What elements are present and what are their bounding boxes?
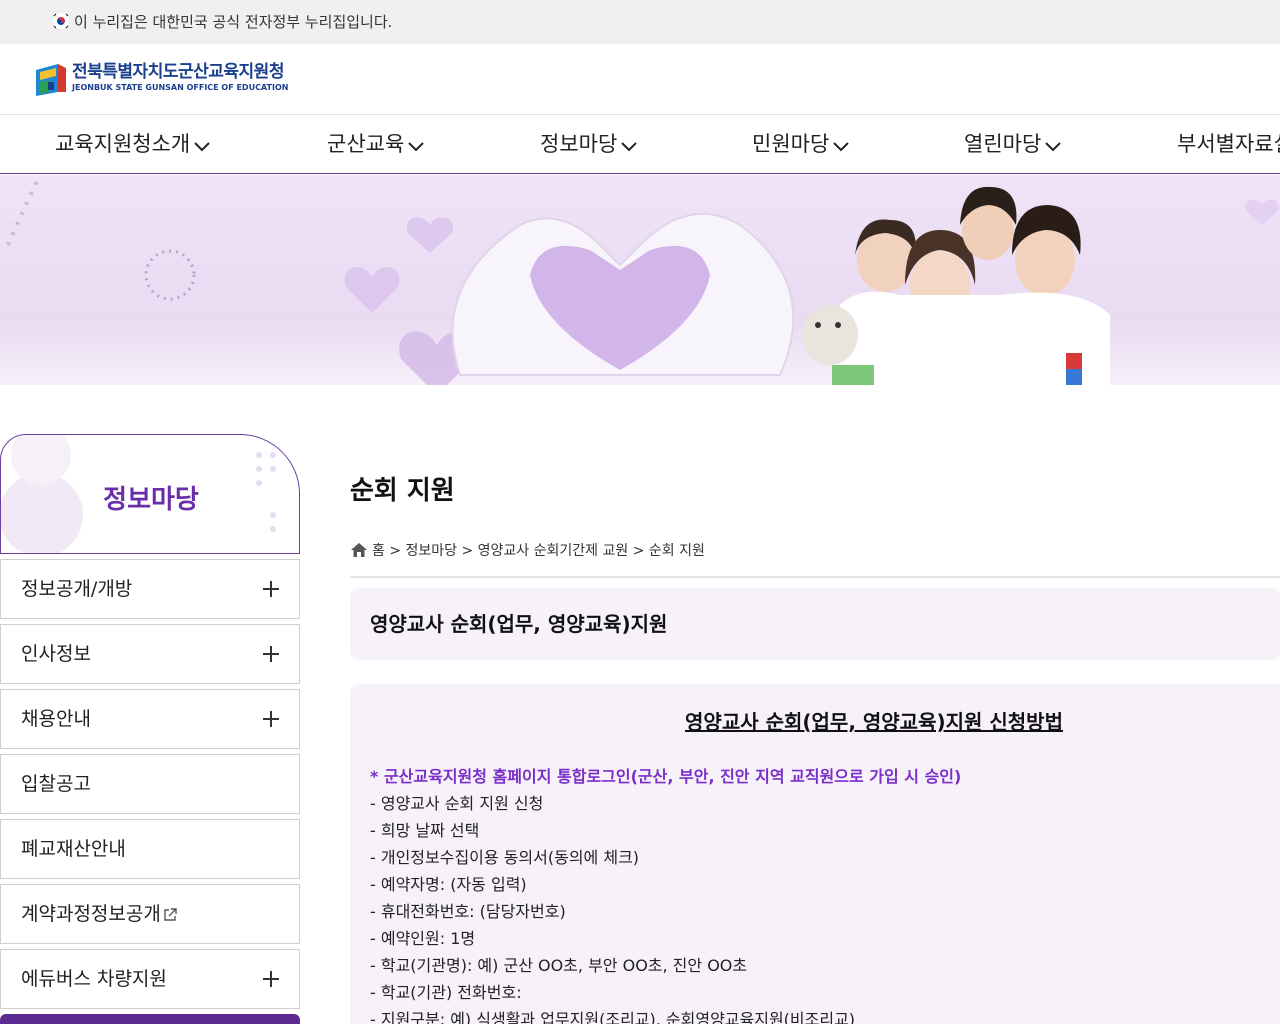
sidebar-item-label: 폐교재산안내 (21, 838, 126, 860)
sidebar-title: 정보마당 (103, 485, 199, 515)
content-line: - 예약자명: (자동 입력) (370, 875, 527, 894)
sidebar-item-bidding[interactable]: 입찰공고 (0, 754, 300, 814)
sidebar-item-label: 에듀버스 차량지원 (21, 968, 167, 990)
content-line: - 지원구분: 예) 식생활과 업무지원(조리교), 순회영양교육지원(비조리교… (370, 1010, 856, 1024)
nav-item-gunsan-education[interactable]: 군산교육 (327, 129, 425, 159)
chevron-down-icon (621, 142, 637, 152)
plus-icon[interactable] (263, 646, 279, 662)
breadcrumb-text: 홈 > 정보마당 > 영양교사 순회기간제 교원 > 순회 지원 (372, 543, 705, 559)
section-title: 영양교사 순회(업무, 영양교육)지원 (370, 612, 668, 636)
main-nav: 교육지원청소개 군산교육 정보마당 민원마당 열린마당 부서별자료실 (0, 114, 1280, 174)
site-logo[interactable]: 전북특별자치도군산교육지원청 JEONBUK STATE GUNSAN OFFI… (36, 60, 296, 100)
nav-item-civil[interactable]: 민원마당 (752, 129, 850, 159)
korea-flag-icon (52, 12, 70, 30)
banner-illustration (6, 175, 1279, 385)
content-line: - 예약인원: 1명 (370, 929, 476, 948)
nav-item-label: 교육지원청소개 (55, 132, 191, 156)
gov-banner: 이 누리집은 대한민국 공식 전자정부 누리집입니다. (0, 0, 1280, 44)
page-title: 순회 지원 (350, 476, 455, 506)
login-notice: * 군산교육지원청 홈페이지 통합로그인(군산, 부안, 진안 지역 교직원으로… (370, 767, 962, 786)
sidebar-item-label: 입찰공고 (21, 773, 91, 795)
logo-title-ko: 전북특별자치도군산교육지원청 (72, 62, 284, 82)
sidebar-item-info-disclosure[interactable]: 정보공개/개방 (0, 559, 300, 619)
home-icon[interactable] (350, 542, 368, 558)
content-line: - 학교(기관명): 예) 군산 OO초, 부안 OO초, 진안 OO초 (370, 956, 748, 975)
nav-item-label: 군산교육 (327, 132, 405, 156)
content-heading: 영양교사 순회(업무, 영양교육)지원 신청방법 (685, 710, 1063, 734)
content-line: - 개인정보수집이용 동의서(동의에 체크) (370, 848, 640, 867)
hero-banner (0, 175, 1280, 385)
nav-item-label: 민원마당 (752, 132, 830, 156)
content-line: - 휴대전화번호: (담당자번호) (370, 902, 566, 921)
nav-item-info[interactable]: 정보마당 (540, 129, 638, 159)
nav-item-intro[interactable]: 교육지원청소개 (55, 129, 211, 159)
plus-icon[interactable] (263, 711, 279, 727)
content-line: - 희망 날짜 선택 (370, 821, 480, 840)
sidebar-item-label: 채용안내 (21, 708, 91, 730)
content-line: - 학교(기관) 전화번호: (370, 983, 522, 1002)
logo-title-en: JEONBUK STATE GUNSAN OFFICE OF EDUCATION (72, 83, 289, 92)
family-photo (802, 186, 1110, 385)
sidebar-item-label: 계약과정정보공개 (21, 903, 161, 925)
content-box: 영양교사 순회(업무, 영양교육)지원 신청방법 * 군산교육지원청 홈페이지 … (350, 684, 1280, 1024)
nav-item-department[interactable]: 부서별자료실 (1177, 129, 1280, 159)
chevron-down-icon (833, 142, 849, 152)
chevron-down-icon (1045, 142, 1061, 152)
sidebar-header: 정보마당 (0, 434, 300, 554)
nav-item-label: 부서별자료실 (1177, 132, 1280, 156)
nav-item-open[interactable]: 열린마당 (964, 129, 1062, 159)
sidebar-item-contract-info[interactable]: 계약과정정보공개 (0, 884, 300, 944)
divider (350, 576, 1280, 578)
sidebar-item-personnel[interactable]: 인사정보 (0, 624, 300, 684)
plus-icon[interactable] (263, 971, 279, 987)
chevron-down-icon (194, 142, 210, 152)
sidebar-item-label: 정보공개/개방 (21, 578, 133, 600)
gov-banner-text: 이 누리집은 대한민국 공식 전자정부 누리집입니다. (74, 13, 393, 31)
section-title-box: 영양교사 순회(업무, 영양교육)지원 (350, 588, 1280, 660)
breadcrumb: 홈 > 정보마당 > 영양교사 순회기간제 교원 > 순회 지원 (350, 540, 705, 562)
content-line: - 영양교사 순회 지원 신청 (370, 794, 544, 813)
nav-item-label: 정보마당 (540, 132, 618, 156)
sidebar-item-recruitment[interactable]: 채용안내 (0, 689, 300, 749)
sidebar-item-label: 인사정보 (21, 643, 91, 665)
chevron-down-icon (408, 142, 424, 152)
sidebar-item-edubus[interactable]: 에듀버스 차량지원 (0, 949, 300, 1009)
sidebar-item-active[interactable] (0, 1014, 300, 1024)
sidebar-item-closed-school[interactable]: 폐교재산안내 (0, 819, 300, 879)
plus-icon[interactable] (263, 581, 279, 597)
logo-emblem-icon (36, 64, 66, 96)
nav-item-label: 열린마당 (964, 132, 1042, 156)
external-link-icon (164, 908, 177, 921)
